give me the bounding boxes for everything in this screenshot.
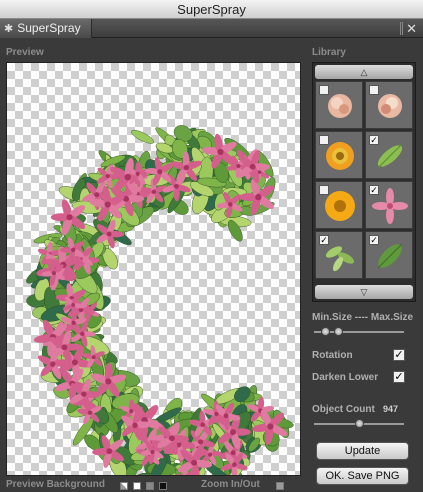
preview-bottom-bar: Preview Background Zoom In/Out xyxy=(6,479,301,492)
wreath-artwork xyxy=(26,125,294,475)
library-item-daisy-1[interactable] xyxy=(315,131,363,179)
library-item-rose-2[interactable] xyxy=(365,81,413,129)
panel-header: ✱ SuperSpray ✕ xyxy=(0,19,423,38)
zoom-label[interactable]: Zoom In/Out xyxy=(201,479,260,490)
library-scroll-up-button[interactable]: △ xyxy=(315,65,413,79)
library-item-checkbox[interactable]: ✓ xyxy=(369,235,379,245)
window-titlebar: SuperSpray xyxy=(0,0,423,19)
library-item-daisy-2[interactable] xyxy=(315,181,363,229)
library-item-leaf-1[interactable]: ✓ xyxy=(365,131,413,179)
update-button[interactable]: Update xyxy=(316,442,409,460)
library-item-checkbox[interactable] xyxy=(369,85,379,95)
preview-background-label: Preview Background xyxy=(6,479,105,490)
library-item-checkbox[interactable] xyxy=(319,135,329,145)
max-size-handle[interactable] xyxy=(334,327,343,336)
panel-grip-icon[interactable] xyxy=(400,22,403,35)
preview-canvas[interactable] xyxy=(6,62,301,476)
chevron-down-icon: ▽ xyxy=(360,287,368,297)
save-png-button[interactable]: OK. Save PNG xyxy=(316,467,409,485)
library-item-lily[interactable]: ✓ xyxy=(365,181,413,229)
darken-lower-checkbox[interactable]: ✓ xyxy=(393,371,405,383)
min-size-handle[interactable] xyxy=(321,327,330,336)
darken-lower-label: Darken Lower xyxy=(312,372,379,383)
panel-tab[interactable]: ✱ SuperSpray xyxy=(0,19,92,38)
size-range-label: Min.Size ---- Max.Size xyxy=(312,312,414,323)
library-scroll-down-button[interactable]: ▽ xyxy=(315,285,413,299)
bg-gray-swatch[interactable] xyxy=(146,482,154,490)
library-item-checkbox[interactable]: ✓ xyxy=(319,235,329,245)
object-count-value: 947 xyxy=(383,404,399,414)
bg-black-swatch[interactable] xyxy=(159,482,167,490)
gear-icon: ✱ xyxy=(4,23,14,35)
library-item-checkbox[interactable]: ✓ xyxy=(369,185,379,195)
bg-white-swatch[interactable] xyxy=(133,482,141,490)
library-item-rose-1[interactable] xyxy=(315,81,363,129)
chevron-up-icon: △ xyxy=(360,67,368,77)
library-item-leaf-cluster[interactable]: ✓ xyxy=(315,231,363,279)
rotation-checkbox[interactable]: ✓ xyxy=(393,349,405,361)
library-panel: △ ✓ ✓ ✓ ✓ ▽ xyxy=(312,62,416,302)
library-item-checkbox[interactable] xyxy=(319,85,329,95)
wreath-leaf xyxy=(131,129,154,144)
library-item-leaf-2[interactable]: ✓ xyxy=(365,231,413,279)
preview-label: Preview xyxy=(6,47,44,58)
close-icon[interactable]: ✕ xyxy=(406,19,417,38)
library-item-checkbox[interactable] xyxy=(319,185,329,195)
bg-checker-swatch[interactable] xyxy=(120,482,128,490)
object-count-label: Object Count xyxy=(312,404,375,415)
window-title: SuperSpray xyxy=(177,2,246,17)
panel-tab-label: SuperSpray xyxy=(17,21,81,35)
library-label: Library xyxy=(312,47,346,58)
zoom-toggle-icon[interactable] xyxy=(276,482,284,490)
rotation-label: Rotation xyxy=(312,350,353,361)
object-count-handle[interactable] xyxy=(355,419,364,428)
library-item-checkbox[interactable]: ✓ xyxy=(369,135,379,145)
